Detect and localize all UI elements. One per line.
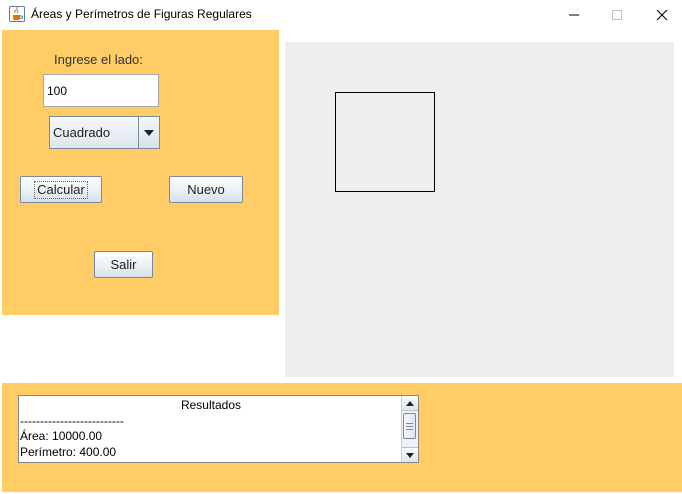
results-panel: Resultados -------------------------- Ár… xyxy=(2,383,682,492)
chevron-down-icon xyxy=(144,129,154,136)
drawn-square xyxy=(335,92,435,192)
dropdown-arrow-button[interactable] xyxy=(138,117,159,148)
calcular-label: Calcular xyxy=(34,180,88,199)
scroll-down-button[interactable] xyxy=(402,447,418,462)
close-icon xyxy=(656,9,668,21)
results-separator: -------------------------- xyxy=(20,413,124,428)
results-area-line: Área: 10000.00 xyxy=(20,429,103,443)
results-textarea[interactable]: Resultados -------------------------- Ár… xyxy=(18,395,419,463)
window-title: Áreas y Perímetros de Figuras Regulares xyxy=(31,7,252,21)
results-perimetro-line: Perímetro: 400.00 xyxy=(20,444,117,459)
maximize-icon xyxy=(612,10,622,20)
arrow-up-icon xyxy=(406,400,414,406)
minimize-icon xyxy=(569,14,579,16)
java-cup-icon xyxy=(9,6,25,22)
lado-input[interactable] xyxy=(43,74,159,107)
results-header: Resultados xyxy=(180,398,242,412)
figure-select[interactable]: Cuadrado xyxy=(49,116,160,149)
results-content: Resultados -------------------------- Ár… xyxy=(20,398,402,460)
results-scrollbar[interactable] xyxy=(401,396,418,462)
lado-label: Ingrese el lado: xyxy=(54,52,143,67)
maximize-button[interactable] xyxy=(594,0,640,30)
scroll-thumb[interactable] xyxy=(403,413,416,439)
nuevo-button[interactable]: Nuevo xyxy=(169,176,243,203)
minimize-button[interactable] xyxy=(551,0,597,30)
salir-button[interactable]: Salir xyxy=(94,251,153,278)
scroll-up-button[interactable] xyxy=(402,396,418,411)
calcular-button[interactable]: Calcular xyxy=(20,176,102,203)
arrow-down-icon xyxy=(406,452,414,458)
title-bar: Áreas y Perímetros de Figuras Regulares xyxy=(0,0,682,30)
input-panel: Ingrese el lado: Cuadrado Calcular Nuevo… xyxy=(2,30,279,315)
drawing-canvas xyxy=(285,42,674,377)
close-button[interactable] xyxy=(639,0,682,30)
figure-select-value: Cuadrado xyxy=(53,125,111,140)
